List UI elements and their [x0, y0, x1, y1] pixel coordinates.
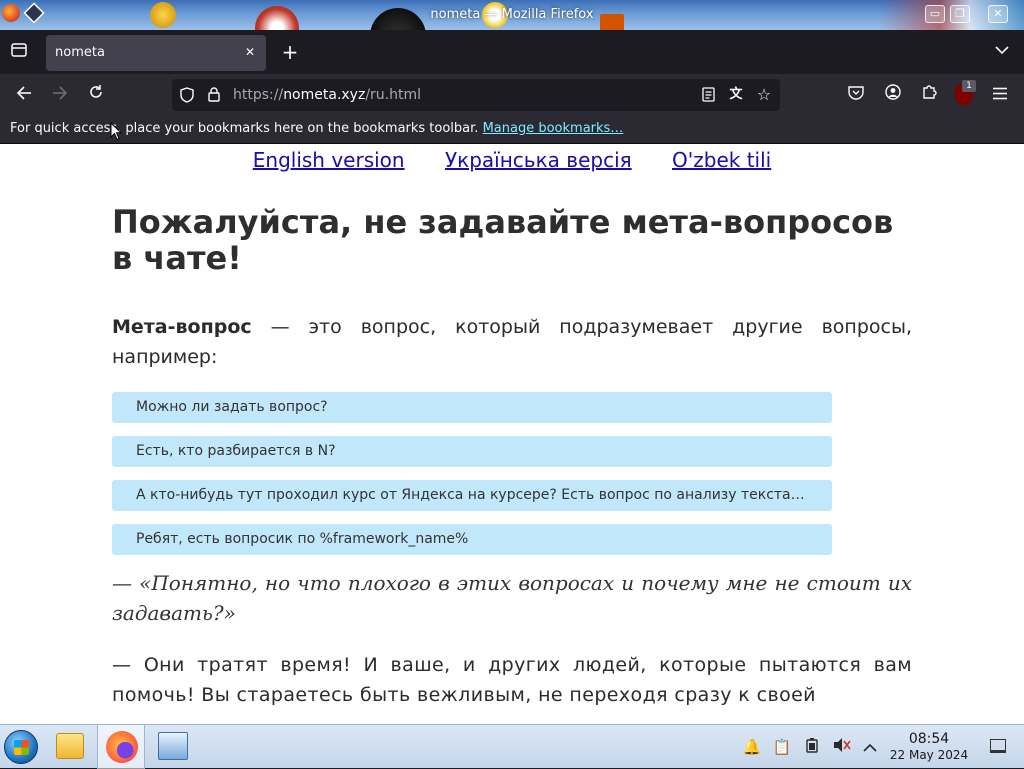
account-icon	[885, 84, 901, 100]
close-tab-icon[interactable]: ✕	[242, 44, 258, 60]
intro-paragraph: Мета-вопрос — это вопрос, который подраз…	[112, 312, 912, 372]
lock-icon[interactable]	[205, 87, 223, 103]
volume-muted-icon[interactable]	[832, 737, 852, 757]
clock[interactable]: 08:54 22 May 2024	[884, 731, 974, 763]
system-settings-icon	[158, 732, 188, 760]
clock-time: 08:54	[908, 731, 950, 747]
reader-view-icon[interactable]	[699, 87, 717, 103]
translate-icon[interactable]: 文	[727, 87, 745, 103]
firefox-icon	[106, 731, 138, 763]
firefox-view-icon	[11, 43, 27, 57]
example-item: Можно ли задать вопрос?	[112, 392, 832, 423]
link-english-version[interactable]: English version	[253, 148, 405, 172]
link-ukrainian-version[interactable]: Українська версія	[445, 148, 632, 172]
window-titlebar: nometa — Mozilla Firefox ▭ ❐ ✕	[0, 0, 1024, 30]
arrow-right-icon	[53, 86, 68, 100]
account-button[interactable]	[882, 84, 904, 106]
extensions-button[interactable]	[918, 84, 940, 106]
show-desktop-button[interactable]	[990, 739, 1006, 753]
shield-icon[interactable]	[178, 87, 196, 103]
url-text[interactable]: https://nometa.xyz/ru.html	[233, 87, 421, 103]
chevron-up-icon[interactable]	[860, 737, 880, 757]
page-heading: Пожалуйста, не задавайте мета-вопросов в…	[112, 203, 894, 277]
bookmarks-toolbar: For quick access, place your bookmarks h…	[0, 116, 1024, 144]
taskbar-firefox[interactable]	[97, 725, 145, 769]
close-window-button[interactable]: ✕	[988, 5, 1008, 23]
menu-button[interactable]	[989, 84, 1011, 106]
navigation-toolbar: https://nometa.xyz/ru.html 文 ☆ 1	[0, 74, 1024, 116]
notifications-icon[interactable]: 🔔	[742, 737, 762, 757]
folder-icon	[56, 733, 84, 759]
quote-paragraph: — «Понятно, но что плохого в этих вопрос…	[112, 571, 912, 625]
answer-paragraph: — Они тратят время! И ваше, и других люд…	[112, 654, 912, 706]
back-button[interactable]	[12, 84, 36, 106]
intro-term: Мета-вопрос	[112, 316, 252, 338]
tab-label: nometa	[55, 45, 105, 60]
url-path: /ru.html	[365, 87, 422, 103]
firefox-view-button[interactable]	[8, 41, 30, 63]
reload-icon	[90, 85, 102, 98]
taskbar-file-manager[interactable]	[46, 725, 94, 769]
url-bar[interactable]: https://nometa.xyz/ru.html 文 ☆	[172, 79, 780, 111]
reload-button[interactable]	[84, 84, 108, 106]
taskbar-system-settings[interactable]	[148, 725, 196, 769]
bookmarks-empty-message: For quick access, place your bookmarks h…	[10, 121, 623, 136]
window-title: nometa — Mozilla Firefox	[430, 7, 594, 22]
example-list: Можно ли задать вопрос? Есть, кто разбир…	[112, 392, 832, 555]
tab-strip: nometa ✕ +	[0, 30, 1024, 74]
clipboard-icon[interactable]: 📋	[772, 737, 792, 757]
new-tab-button[interactable]: +	[280, 42, 300, 62]
forward-button[interactable]	[48, 84, 72, 106]
tab-nometa[interactable]: nometa ✕	[46, 35, 266, 71]
mouse-cursor-icon	[110, 122, 122, 141]
puzzle-icon	[923, 85, 937, 99]
language-links: English version Українська версія O'zbek…	[0, 148, 1024, 172]
start-button[interactable]	[4, 730, 38, 764]
example-item: Ребят, есть вопросик по %framework_name%	[112, 524, 832, 555]
example-item: А кто-нибудь тут проходил курс от Яндекс…	[112, 480, 832, 511]
web-page: English version Українська версія O'zbek…	[0, 144, 1024, 724]
chevron-down-icon	[995, 46, 1009, 55]
hamburger-menu-icon	[993, 87, 1007, 100]
ublock-badge: 1	[962, 80, 976, 92]
clock-date: 22 May 2024	[889, 748, 969, 762]
maximize-button[interactable]: ❐	[950, 5, 970, 23]
arrow-left-icon	[16, 86, 31, 100]
bookmarks-message-text: For quick access, place your bookmarks h…	[10, 121, 479, 136]
manage-bookmarks-link[interactable]: Manage bookmarks…	[483, 121, 624, 136]
battery-icon[interactable]	[802, 737, 822, 757]
bookmark-star-icon[interactable]: ☆	[755, 87, 773, 103]
example-item: Есть, кто разбирается в N?	[112, 436, 832, 467]
pocket-icon	[848, 86, 864, 100]
url-scheme: https://	[233, 87, 284, 103]
link-uzbek-version[interactable]: O'zbek tili	[672, 148, 771, 172]
list-all-tabs-button[interactable]	[992, 42, 1012, 62]
minimize-button[interactable]: ▭	[925, 5, 945, 23]
url-host: nometa.xyz	[283, 87, 366, 103]
pocket-button[interactable]	[845, 84, 867, 106]
taskbar: 🔔 📋 08:54 22 May 2024	[0, 724, 1024, 769]
article: Пожалуйста, не задавайте мета-вопросов в…	[112, 204, 912, 710]
